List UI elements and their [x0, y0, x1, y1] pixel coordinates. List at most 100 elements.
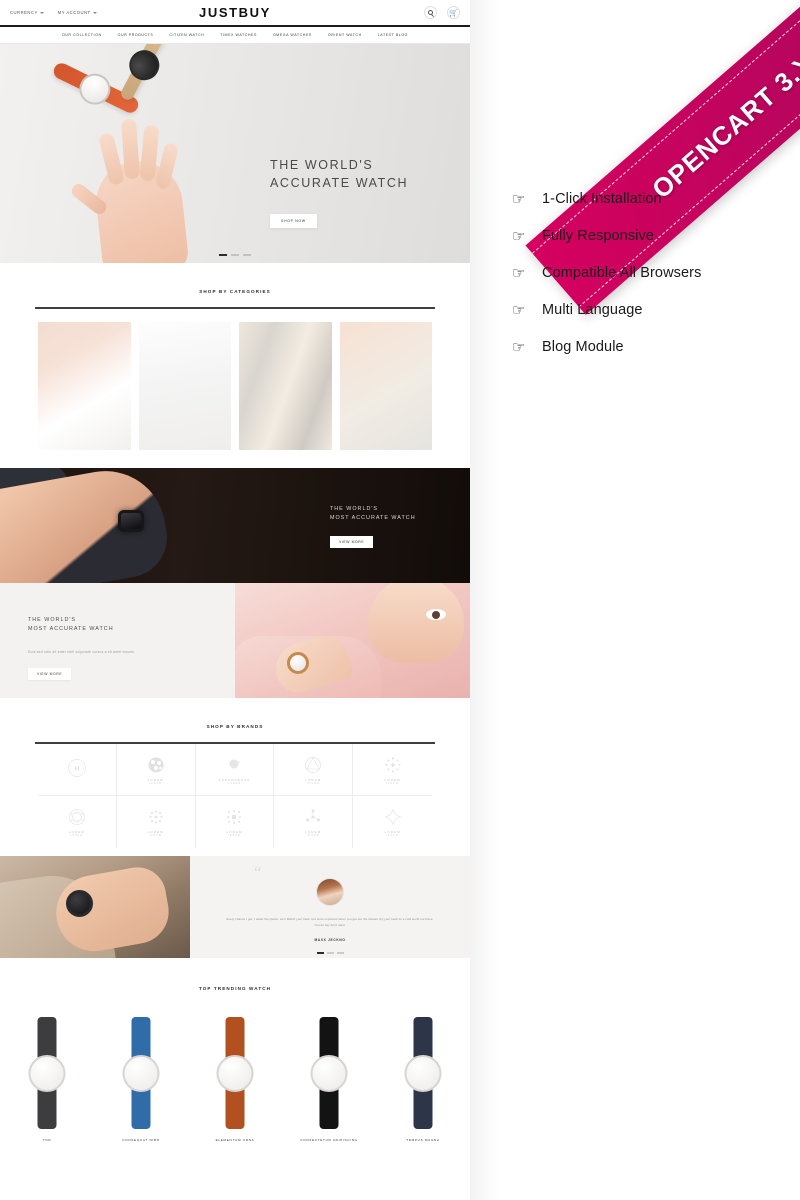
feature-item: ☞ Multi Language: [512, 301, 782, 319]
slider-dot[interactable]: [243, 253, 251, 256]
topbar-right-icons: 🛒: [424, 6, 460, 19]
brand-item[interactable]: PSEUDOESSE LOREM: [195, 744, 275, 796]
category-card-gold-mesh[interactable]: [339, 322, 432, 450]
pointing-hand-icon: ☞: [512, 302, 526, 319]
product-card[interactable]: CONSECTETUR ADIPISCING: [282, 1017, 376, 1142]
brand-sub: IPSUM: [149, 781, 162, 785]
brand-sub: IPSUM: [228, 834, 241, 837]
product-image: [204, 1017, 266, 1129]
trending-heading: TOP TRENDING WATCH: [0, 958, 470, 995]
arm-illustration: [0, 468, 174, 583]
category-card-black-chrono[interactable]: [138, 322, 231, 450]
brand-item[interactable]: LOREM IPSUM: [353, 796, 432, 848]
model-photo: [235, 583, 470, 698]
product-card[interactable]: TOR: [0, 1017, 94, 1142]
promo-page: CURRENCY MY ACCOUNT JUSTBUY 🛒 OUR COLLEC…: [0, 0, 800, 1200]
molecule-logo: [306, 809, 321, 822]
brand-item[interactable]: LOREM IPSUM: [116, 744, 196, 796]
nav-item-our-collection[interactable]: OUR COLLECTION: [62, 33, 102, 37]
product-image: [392, 1017, 454, 1129]
feature-item: ☞ 1-Click Installation: [512, 190, 782, 208]
hero-slider-dots[interactable]: [0, 253, 470, 256]
nav-item-omega-watches[interactable]: OMEGA WATCHES: [273, 33, 312, 37]
product-card[interactable]: TEMPUS MAGNA: [376, 1017, 470, 1142]
nav-item-orient-watch[interactable]: ORIENT WATCH: [328, 33, 362, 37]
quote-mark-icon: “: [254, 863, 262, 882]
monogram-crest-logo: H: [68, 759, 86, 777]
hexagon-ring-logo: [69, 809, 85, 825]
shop-now-button[interactable]: SHOP NOW: [270, 214, 317, 229]
slider-dot[interactable]: [316, 951, 324, 954]
feature-label: Blog Module: [542, 339, 624, 355]
geometric-circle-logo: [305, 756, 322, 773]
brand-item[interactable]: LOREM IPSUM: [196, 796, 275, 848]
product-image: [16, 1017, 78, 1129]
light-banner-paragraph: Duis sed odio sit amet nibh vulputate cu…: [28, 649, 135, 654]
category-card-silver[interactable]: [239, 322, 332, 450]
product-name: CONSEQUAT NIBH: [122, 1138, 160, 1142]
brand-item[interactable]: LOREM IPSUM: [117, 796, 196, 848]
testimonial-photo: [0, 856, 190, 958]
trending-product-list: TOR CONSEQUAT NIBH ELEMENTUM URNA CONSEC…: [0, 995, 470, 1142]
smart-watch-graphic: [118, 510, 144, 532]
slider-dot[interactable]: [336, 951, 344, 954]
product-name: TEMPUS MAGNA: [406, 1138, 440, 1142]
testimonial-slider-dots[interactable]: [224, 951, 436, 954]
pointing-hand-icon: ☞: [512, 339, 526, 356]
light-view-more-button[interactable]: VIEW MORE: [28, 667, 72, 680]
search-icon[interactable]: [424, 6, 437, 19]
square-dots-logo: [227, 810, 242, 824]
avatar: [316, 878, 344, 906]
feature-item: ☞ Compatible All Browsers: [512, 264, 782, 282]
brands-block: H LOREM IPSUM PSEUDOESSE LOREM LOREM IPS…: [0, 744, 470, 856]
light-banner-line1: THE WORLD'S: [28, 617, 76, 623]
slider-dot[interactable]: [231, 253, 239, 256]
product-name: ELEMENTUM URNA: [215, 1138, 255, 1142]
feature-label: Multi Language: [542, 302, 643, 318]
svg-text:H: H: [75, 766, 80, 773]
brand-item[interactable]: LOREM IPSUM: [38, 796, 117, 848]
dark-view-more-button[interactable]: VIEW MORE: [330, 535, 374, 548]
trending-title: TOP TRENDING WATCH: [198, 986, 272, 991]
nav-item-latest-blog[interactable]: LATEST BLOG: [378, 33, 408, 37]
category-card-rose-gold[interactable]: [38, 322, 131, 450]
brand-grid: H LOREM IPSUM PSEUDOESSE LOREM LOREM IPS…: [0, 744, 470, 848]
light-banner-text: THE WORLD'S MOST ACCURATE WATCH Duis sed…: [0, 583, 235, 698]
dotted-sphere-logo: [148, 757, 164, 772]
pointing-hand-icon: ☞: [512, 191, 526, 208]
light-banner-line2: MOST ACCURATE WATCH: [28, 625, 114, 632]
brand-item[interactable]: LOREM IPSUM: [274, 796, 354, 848]
brands-heading: SHOP BY BRANDS: [0, 698, 470, 733]
hero-text-block: THE WORLD'S ACCURATE WATCH SHOP NOW: [270, 156, 408, 229]
gradient-dot-logo: [229, 759, 241, 768]
product-card[interactable]: CONSEQUAT NIBH: [94, 1017, 188, 1142]
brand-item[interactable]: H: [38, 744, 117, 796]
brand-item[interactable]: LOREM IPSUM: [353, 744, 432, 796]
cart-icon[interactable]: 🛒: [447, 6, 460, 19]
black-watch-graphic: [66, 890, 93, 917]
diamond-outline-logo: [384, 808, 402, 826]
desktop-site-preview: CURRENCY MY ACCOUNT JUSTBUY 🛒 OUR COLLEC…: [0, 0, 470, 1200]
promo-panel: OPENCART 3.X ☞ 1-Click Installation ☞ Fu…: [470, 0, 800, 1200]
brand-sub: IPSUM: [307, 781, 320, 785]
product-card[interactable]: ELEMENTUM URNA: [188, 1017, 282, 1142]
slider-dot[interactable]: [326, 951, 334, 954]
dark-banner-line2: MOST ACCURATE WATCH: [330, 514, 416, 521]
nav-item-our-products[interactable]: OUR PRODUCTS: [118, 33, 154, 37]
brand-sub: LOREM: [227, 781, 242, 785]
hero-slider[interactable]: THE WORLD'S ACCURATE WATCH SHOP NOW: [0, 44, 470, 263]
brands-title: SHOP BY BRANDS: [206, 724, 264, 729]
category-grid: [0, 309, 470, 468]
testimonial-author: MAXX JECKNO: [314, 937, 346, 942]
slider-dot[interactable]: [219, 253, 227, 256]
nav-item-citizen-watch[interactable]: CITIZEN WATCH: [169, 33, 204, 37]
pointing-hand-icon: ☞: [512, 228, 526, 245]
brand-item[interactable]: LOREM IPSUM: [274, 744, 354, 796]
testimonial-text: Every chance I get, I water the plants. …: [226, 917, 434, 927]
feature-label: Compatible All Browsers: [542, 265, 702, 281]
site-logo[interactable]: JUSTBUY: [0, 5, 470, 20]
nav-item-timex-watches[interactable]: TIMEX WATCHES: [220, 33, 257, 37]
hand-illustration: [68, 98, 228, 263]
light-promo-banner: THE WORLD'S MOST ACCURATE WATCH Duis sed…: [0, 583, 470, 698]
pointing-hand-icon: ☞: [512, 265, 526, 282]
